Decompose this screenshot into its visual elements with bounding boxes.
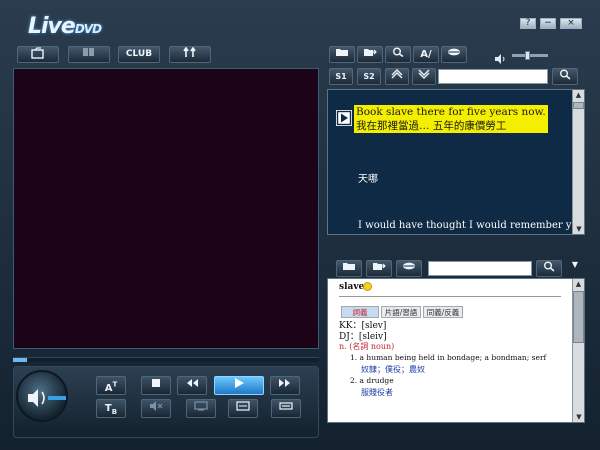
tab-phrases[interactable]: 片語/習語 bbox=[381, 306, 421, 318]
folder-arrow-icon bbox=[373, 263, 386, 270]
headword-divider bbox=[339, 296, 561, 297]
next-line-button[interactable] bbox=[412, 68, 436, 85]
font-button[interactable]: A/ bbox=[413, 46, 439, 63]
book-icon bbox=[83, 48, 94, 56]
eject-button[interactable] bbox=[271, 399, 301, 418]
lips-icon bbox=[403, 262, 415, 270]
dictionary-scroll-thumb[interactable] bbox=[573, 291, 584, 343]
menu-button[interactable] bbox=[228, 399, 258, 418]
stop-button[interactable] bbox=[141, 376, 171, 395]
dict-speak-button[interactable] bbox=[396, 260, 422, 277]
subtitle-2-button[interactable]: S2 bbox=[357, 68, 381, 85]
subtitle-1-button[interactable]: S1 bbox=[329, 68, 353, 85]
scroll-up-icon[interactable]: ▲ bbox=[573, 279, 584, 289]
capture-button[interactable] bbox=[17, 46, 59, 63]
screen-button[interactable] bbox=[186, 399, 216, 418]
subtitle-panel: Book slave there for five years now. 我在那… bbox=[327, 89, 585, 235]
fast-forward-icon bbox=[279, 379, 290, 387]
stop-icon bbox=[152, 379, 160, 387]
livedvd-window: LiveDVD ? − × CLUB AT TB A/ S1 S2 Book s… bbox=[0, 0, 600, 450]
part-of-speech: n. (名詞 noun) bbox=[339, 342, 395, 351]
mute-button[interactable] bbox=[141, 399, 171, 418]
scroll-up-icon[interactable]: ▲ bbox=[573, 90, 584, 100]
subtitle-scrollbar[interactable]: ▲ ▼ bbox=[572, 90, 584, 234]
mute-icon bbox=[150, 401, 163, 411]
magnifier-icon bbox=[393, 47, 404, 58]
font-icon: A/ bbox=[420, 49, 432, 60]
dict-open-button[interactable] bbox=[336, 260, 362, 277]
lips-icon bbox=[448, 48, 460, 56]
menu-icon bbox=[236, 401, 250, 411]
rewind-icon bbox=[187, 379, 198, 387]
sense-1-english: 1. a human being held in bondage; a bond… bbox=[350, 353, 547, 362]
chevron-up-icon bbox=[391, 69, 403, 79]
speech-volume-slider[interactable] bbox=[512, 54, 548, 57]
monitor-icon bbox=[194, 401, 208, 411]
tab-synonyms[interactable]: 同義/反義 bbox=[423, 306, 463, 318]
club-button[interactable]: CLUB bbox=[118, 46, 160, 63]
folder-icon bbox=[336, 49, 348, 56]
scroll-down-icon[interactable]: ▼ bbox=[573, 412, 585, 422]
folder-icon bbox=[343, 263, 355, 270]
drive-icon bbox=[279, 402, 293, 410]
audio-track-icon: AT bbox=[104, 381, 118, 395]
dictionary-scrollbar[interactable]: ▲ ▼ bbox=[572, 279, 584, 422]
video-display[interactable] bbox=[13, 68, 319, 349]
prev-line-button[interactable] bbox=[385, 68, 409, 85]
dictionary-search-button[interactable] bbox=[536, 260, 562, 277]
volume-knob[interactable] bbox=[16, 370, 68, 422]
tab-definition[interactable]: 詞義 bbox=[341, 306, 379, 318]
next-subtitle-english[interactable]: I would have thought I would remember yo… bbox=[358, 220, 584, 231]
speak-button[interactable] bbox=[441, 46, 467, 63]
open-folder-button[interactable] bbox=[329, 46, 355, 63]
fast-forward-button[interactable] bbox=[270, 376, 300, 395]
speech-volume-icon bbox=[494, 49, 508, 68]
speech-volume-thumb[interactable] bbox=[525, 51, 530, 60]
scroll-down-icon[interactable]: ▼ bbox=[573, 224, 584, 234]
subtitle-track-icon: TB bbox=[104, 403, 118, 416]
seek-progress bbox=[13, 358, 27, 362]
subtitle-search-input[interactable] bbox=[438, 69, 548, 84]
sense-2-chinese: 服賤役者 bbox=[361, 388, 393, 397]
play-icon bbox=[336, 110, 352, 126]
app-logo: LiveDVD bbox=[28, 14, 102, 39]
collapse-dictionary-icon[interactable]: ▼ bbox=[568, 260, 582, 270]
dictionary-search-input[interactable] bbox=[428, 261, 532, 276]
subtitle-search-button[interactable] bbox=[552, 68, 578, 85]
folder-arrow-icon bbox=[364, 49, 377, 56]
current-subtitle-english: Book slave there for five years now. bbox=[354, 105, 548, 119]
pronounce-icon[interactable] bbox=[363, 282, 372, 291]
sense-1-chinese: 奴隸；僕役；農奴 bbox=[361, 365, 425, 374]
current-subtitle[interactable]: Book slave there for five years now. 我在那… bbox=[354, 105, 548, 133]
close-button[interactable]: × bbox=[560, 18, 582, 29]
find-button[interactable] bbox=[385, 46, 411, 63]
search-icon bbox=[544, 261, 555, 272]
setup-button[interactable] bbox=[169, 46, 211, 63]
export-button[interactable] bbox=[357, 46, 383, 63]
seek-bar[interactable] bbox=[13, 357, 319, 362]
play-button[interactable] bbox=[214, 376, 264, 395]
subtitle-track-button[interactable]: TB bbox=[96, 399, 126, 418]
next-subtitle-chinese[interactable]: 天哪 bbox=[358, 170, 378, 185]
dictionary-headword: slave bbox=[339, 282, 365, 292]
dict-export-button[interactable] bbox=[366, 260, 392, 277]
speaker-icon bbox=[28, 389, 66, 407]
current-subtitle-chinese: 我在那裡當過… 五年的康價勞工 bbox=[354, 119, 548, 133]
play-line-button[interactable] bbox=[336, 110, 352, 126]
search-icon bbox=[560, 69, 571, 80]
bookmark-button[interactable] bbox=[68, 46, 110, 63]
setup-icon bbox=[183, 46, 196, 57]
audio-track-button[interactable]: AT bbox=[96, 376, 126, 395]
rewind-button[interactable] bbox=[177, 376, 207, 395]
subtitle-scroll-thumb[interactable] bbox=[573, 102, 584, 109]
play-icon bbox=[235, 378, 244, 388]
help-button[interactable]: ? bbox=[520, 18, 536, 29]
chevron-down-icon bbox=[418, 69, 430, 79]
minimize-button[interactable]: − bbox=[540, 18, 556, 29]
capture-icon bbox=[31, 47, 44, 59]
sense-2-english: 2. a drudge bbox=[350, 376, 394, 385]
